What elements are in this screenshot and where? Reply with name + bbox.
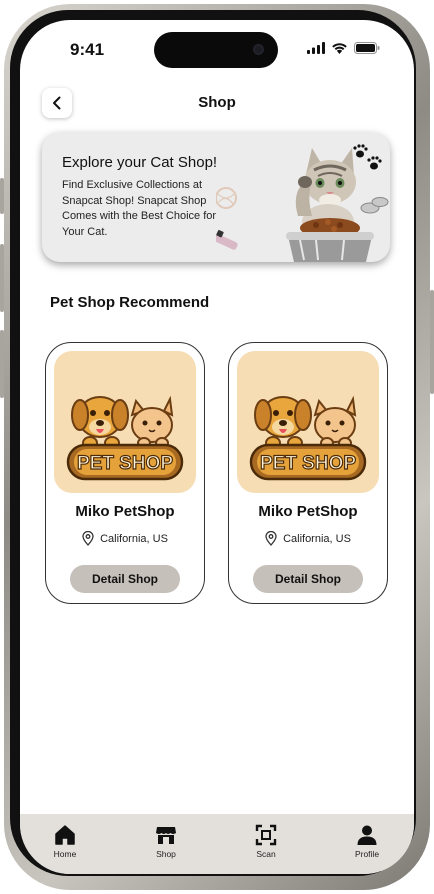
status-time: 9:41 [70,40,105,59]
shop-location-text: California, US [283,532,351,545]
banner-title: Explore your Cat Shop! [62,154,218,171]
banner-text: Find Exclusive Collections at Snapcat Sh… [62,179,217,238]
profile-icon [357,825,377,845]
status-icons [307,42,380,54]
wifi-icon [332,43,347,54]
shop-location-text: California, US [100,532,168,545]
pet-shop-logo: PET SHOP [54,351,196,493]
section-title: Pet Shop Recommend [50,294,210,311]
pet-shop-logo-text: PET SHOP [260,453,356,474]
shop-location: California, US [46,531,204,546]
tab-home-label: Home [53,849,77,859]
shop-card[interactable]: PET SHOP Miko PetShop California, US Det… [228,342,388,604]
action-button [0,178,4,214]
home-icon [55,825,75,845]
camera-icon [253,44,264,55]
location-pin-icon [265,531,277,546]
tab-shop-label: Shop [156,849,176,859]
dynamic-island [154,32,278,68]
signal-icon [307,42,325,54]
location-pin-icon [82,531,94,546]
volume-up-button [0,244,4,312]
tab-profile-label: Profile [354,849,380,859]
detail-shop-button[interactable]: Detail Shop [70,565,180,593]
shop-card[interactable]: PET SHOP Miko PetShop California, US Det… [45,342,205,604]
power-button [430,290,434,394]
shop-name: Miko PetShop [75,503,175,520]
tab-shop[interactable]: Shop [136,824,196,859]
pet-shop-logo-text: PET SHOP [77,453,173,474]
pet-shop-logo: PET SHOP [237,351,379,493]
header: Shop [20,88,414,120]
tab-bar: Home Shop Scan Profile [20,814,414,874]
shop-name: Miko PetShop [258,503,358,520]
tab-scan[interactable]: Scan [236,824,296,859]
store-icon [156,827,176,844]
battery-icon [354,42,380,54]
tab-profile[interactable]: Profile [337,824,397,859]
pet-shop-logo-image: PET SHOP [66,395,184,481]
screen: 9:41 Shop Explore your Cat Shop! Find Ex… [20,20,414,874]
volume-down-button [0,330,4,398]
scan-icon [255,824,277,846]
shop-location: California, US [229,531,387,546]
detail-shop-button[interactable]: Detail Shop [253,565,363,593]
promo-banner[interactable]: Explore your Cat Shop! Find Exclusive Co… [42,132,390,262]
tab-home[interactable]: Home [35,824,95,859]
cat-with-food-bowl-image [216,144,389,262]
status-bar: 9:41 [20,20,414,80]
tab-scan-label: Scan [256,849,276,859]
page-title: Shop [198,94,236,111]
pet-shop-logo-image: PET SHOP [249,395,367,481]
